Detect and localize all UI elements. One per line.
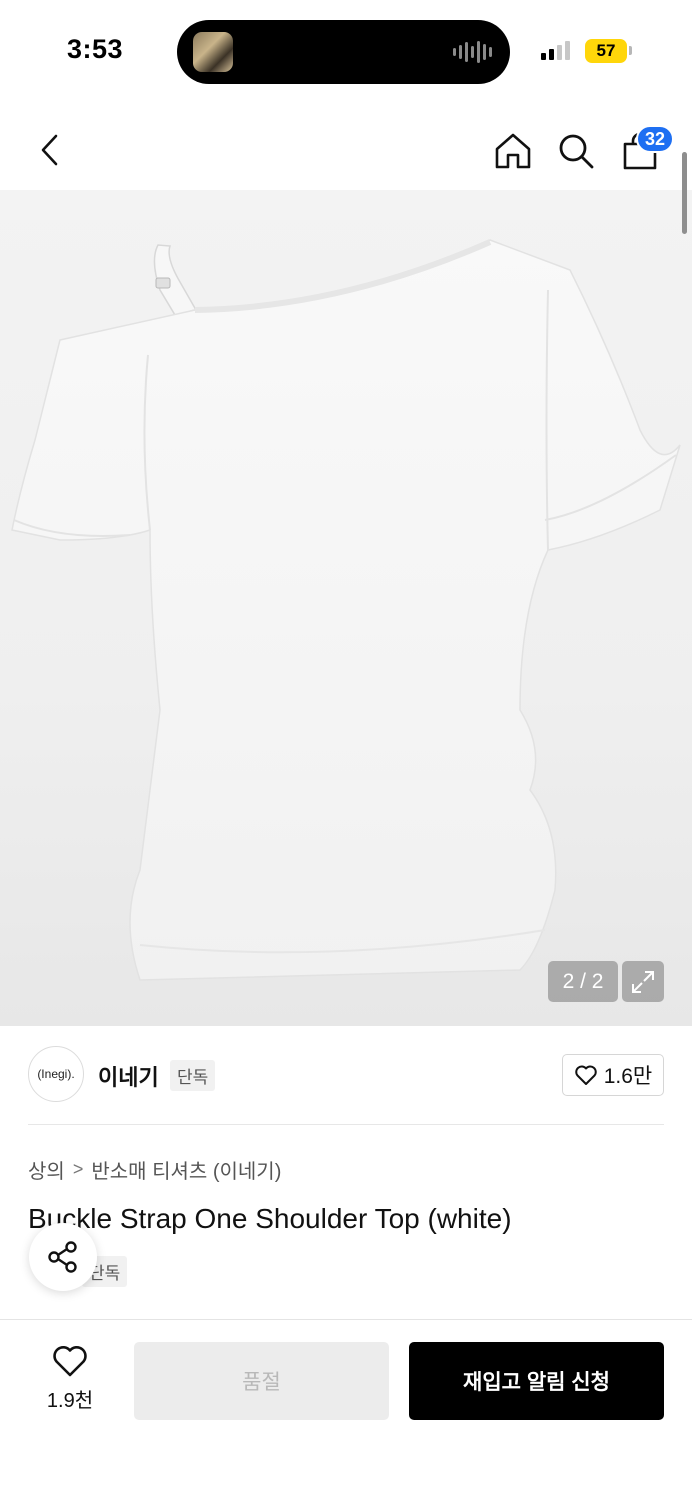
- search-icon: [559, 134, 594, 169]
- image-counter: 2 / 2: [548, 961, 618, 1002]
- share-button[interactable]: [29, 1223, 97, 1291]
- search-button[interactable]: [553, 128, 599, 174]
- top-nav: [0, 110, 692, 190]
- chevron-right-icon: >: [72, 1159, 84, 1179]
- audio-wave-icon: [453, 40, 492, 64]
- breadcrumb-subcategory[interactable]: 반소매 티셔츠 (이네기): [91, 1155, 281, 1184]
- brand-row: (Inegi). 이네기 단독 1.6만: [28, 1046, 664, 1104]
- breadcrumb: 상의 > 반소매 티셔츠 (이네기): [28, 1155, 281, 1184]
- breadcrumb-category[interactable]: 상의: [28, 1155, 65, 1184]
- brand-like-button[interactable]: 1.6만: [562, 1054, 664, 1096]
- dynamic-island[interactable]: [177, 20, 510, 84]
- share-icon: [48, 1241, 77, 1273]
- wishlist-count: 1.9천: [46, 1390, 94, 1412]
- restock-alert-button[interactable]: 재입고 알림 신청: [409, 1342, 664, 1420]
- back-icon: [41, 134, 58, 166]
- status-time: 3:53: [67, 34, 124, 64]
- brand-like-count: 1.6만: [603, 1065, 653, 1088]
- divider: [28, 1124, 664, 1125]
- battery-cap: [629, 46, 632, 55]
- product-title: Buckle Strap One Shoulder Top (white): [28, 1203, 512, 1234]
- tshirt-illustration: [11, 239, 681, 981]
- home-button[interactable]: [490, 128, 536, 174]
- exclusive-tag: 단독: [170, 1060, 216, 1091]
- heart-icon: [53, 1346, 87, 1377]
- product-image[interactable]: [0, 190, 692, 1026]
- battery-indicator: 57: [585, 39, 627, 63]
- home-icon: [495, 133, 531, 169]
- bottom-action-bar: 1.9천 품절 재입고 알림 신청: [0, 1319, 692, 1500]
- expand-button[interactable]: [622, 961, 664, 1002]
- status-bar: 3:53 57: [0, 0, 692, 100]
- cart-count-badge: 32: [636, 125, 675, 153]
- heart-icon: [574, 1065, 597, 1085]
- soldout-button[interactable]: 품절: [134, 1342, 389, 1420]
- scrollbar-thumb[interactable]: [682, 152, 687, 234]
- back-button[interactable]: [28, 128, 72, 172]
- expand-icon: [632, 970, 654, 993]
- wishlist-button[interactable]: 1.9천: [28, 1344, 112, 1424]
- brand-logo[interactable]: (Inegi).: [28, 1046, 84, 1102]
- now-playing-thumbnail: [193, 32, 233, 72]
- brand-name[interactable]: 이네기: [98, 1060, 159, 1092]
- signal-icon: [541, 40, 570, 60]
